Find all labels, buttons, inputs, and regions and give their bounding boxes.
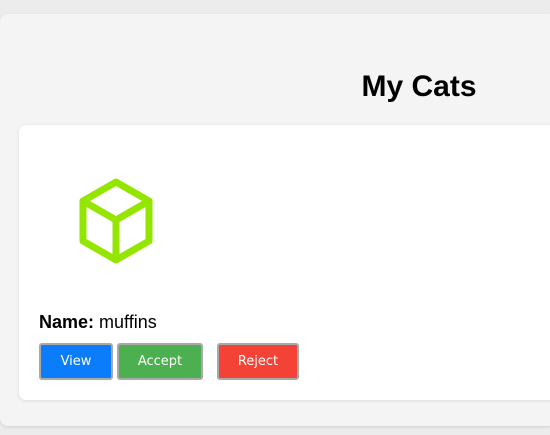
cat-card: Name: muffins View Accept Reject bbox=[19, 125, 550, 400]
view-button[interactable]: View bbox=[39, 343, 113, 380]
reject-button[interactable]: Reject bbox=[217, 343, 299, 380]
cube-icon bbox=[77, 177, 155, 265]
cat-name-line: Name: muffins bbox=[39, 311, 157, 333]
cat-name-value: muffins bbox=[99, 312, 157, 332]
accept-button[interactable]: Accept bbox=[117, 343, 203, 380]
page-title: My Cats bbox=[361, 70, 477, 103]
main-panel: My Cats Name: muffins View Accept Reject bbox=[0, 14, 550, 426]
cat-name-label: Name: bbox=[39, 312, 95, 332]
